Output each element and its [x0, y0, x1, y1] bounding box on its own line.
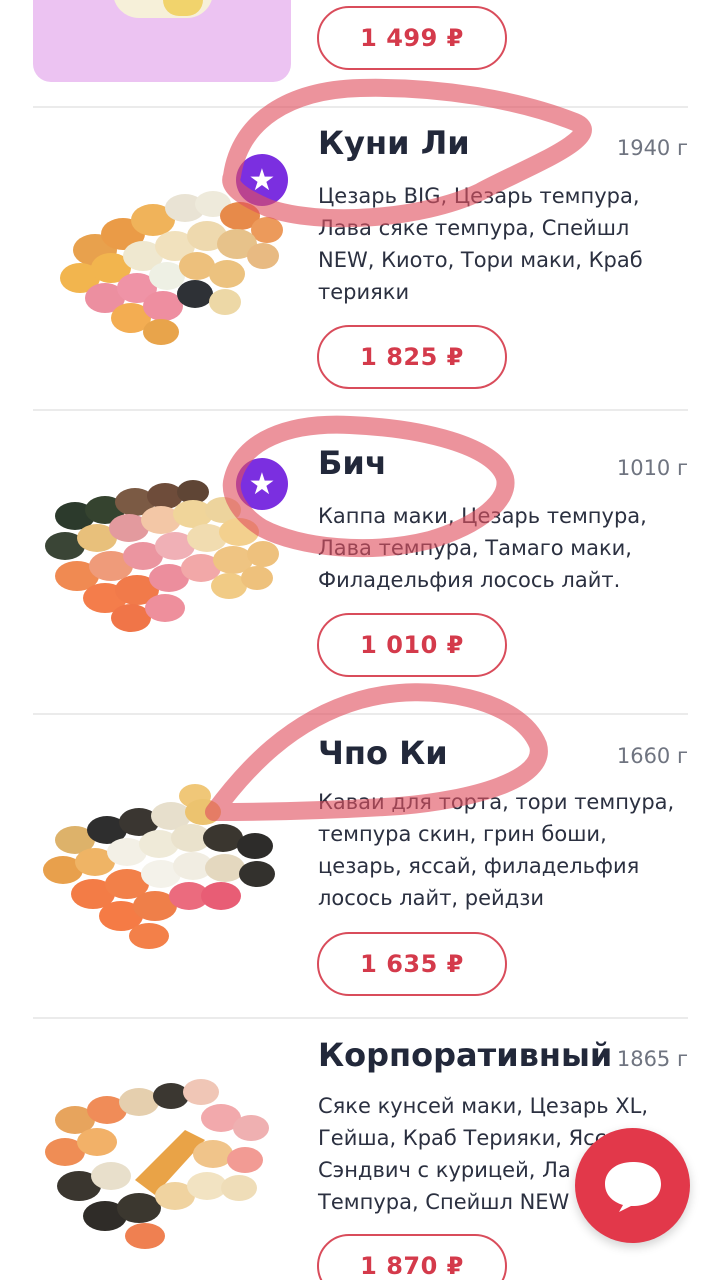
- product-title[interactable]: Чпо Ки: [318, 734, 448, 772]
- product-weight: 1010 г: [616, 456, 688, 480]
- price-button[interactable]: 1 499 ₽: [317, 6, 507, 70]
- product-image-top[interactable]: [33, 0, 291, 82]
- price-button[interactable]: 1 825 ₽: [317, 325, 507, 389]
- product-image[interactable]: [35, 776, 285, 966]
- divider: [33, 1017, 688, 1019]
- product-weight: 1865 г: [616, 1047, 688, 1071]
- divider: [33, 106, 688, 108]
- price-button[interactable]: 1 010 ₽: [317, 613, 507, 677]
- menu-page: 1 499 ₽ ★ Куни Ли 1940 г Цезарь BIG, Цез…: [0, 0, 720, 1280]
- product-description: Каваи для торта, тори темпура, темпура с…: [318, 790, 675, 910]
- product-description: Цезарь BIG, Цезарь темпура, Лава сяке те…: [318, 184, 643, 304]
- price-button[interactable]: 1 635 ₽: [317, 932, 507, 996]
- divider: [33, 713, 688, 715]
- product-weight: 1660 г: [616, 744, 688, 768]
- chat-bubble-icon: [604, 1161, 661, 1212]
- star-icon: ★: [236, 154, 288, 206]
- product-title[interactable]: Бич: [318, 444, 387, 482]
- product-weight: 1940 г: [616, 136, 688, 160]
- star-icon: ★: [236, 458, 288, 510]
- price-button[interactable]: 1 870 ₽: [317, 1234, 507, 1280]
- product-description: Каппа маки, Цезарь темпура, Лава темпура…: [318, 504, 647, 592]
- divider: [33, 409, 688, 411]
- product-title[interactable]: Куни Ли: [318, 124, 470, 162]
- chat-button[interactable]: [575, 1128, 690, 1243]
- product-title[interactable]: Корпоративный: [318, 1036, 612, 1074]
- product-image[interactable]: [35, 1070, 285, 1260]
